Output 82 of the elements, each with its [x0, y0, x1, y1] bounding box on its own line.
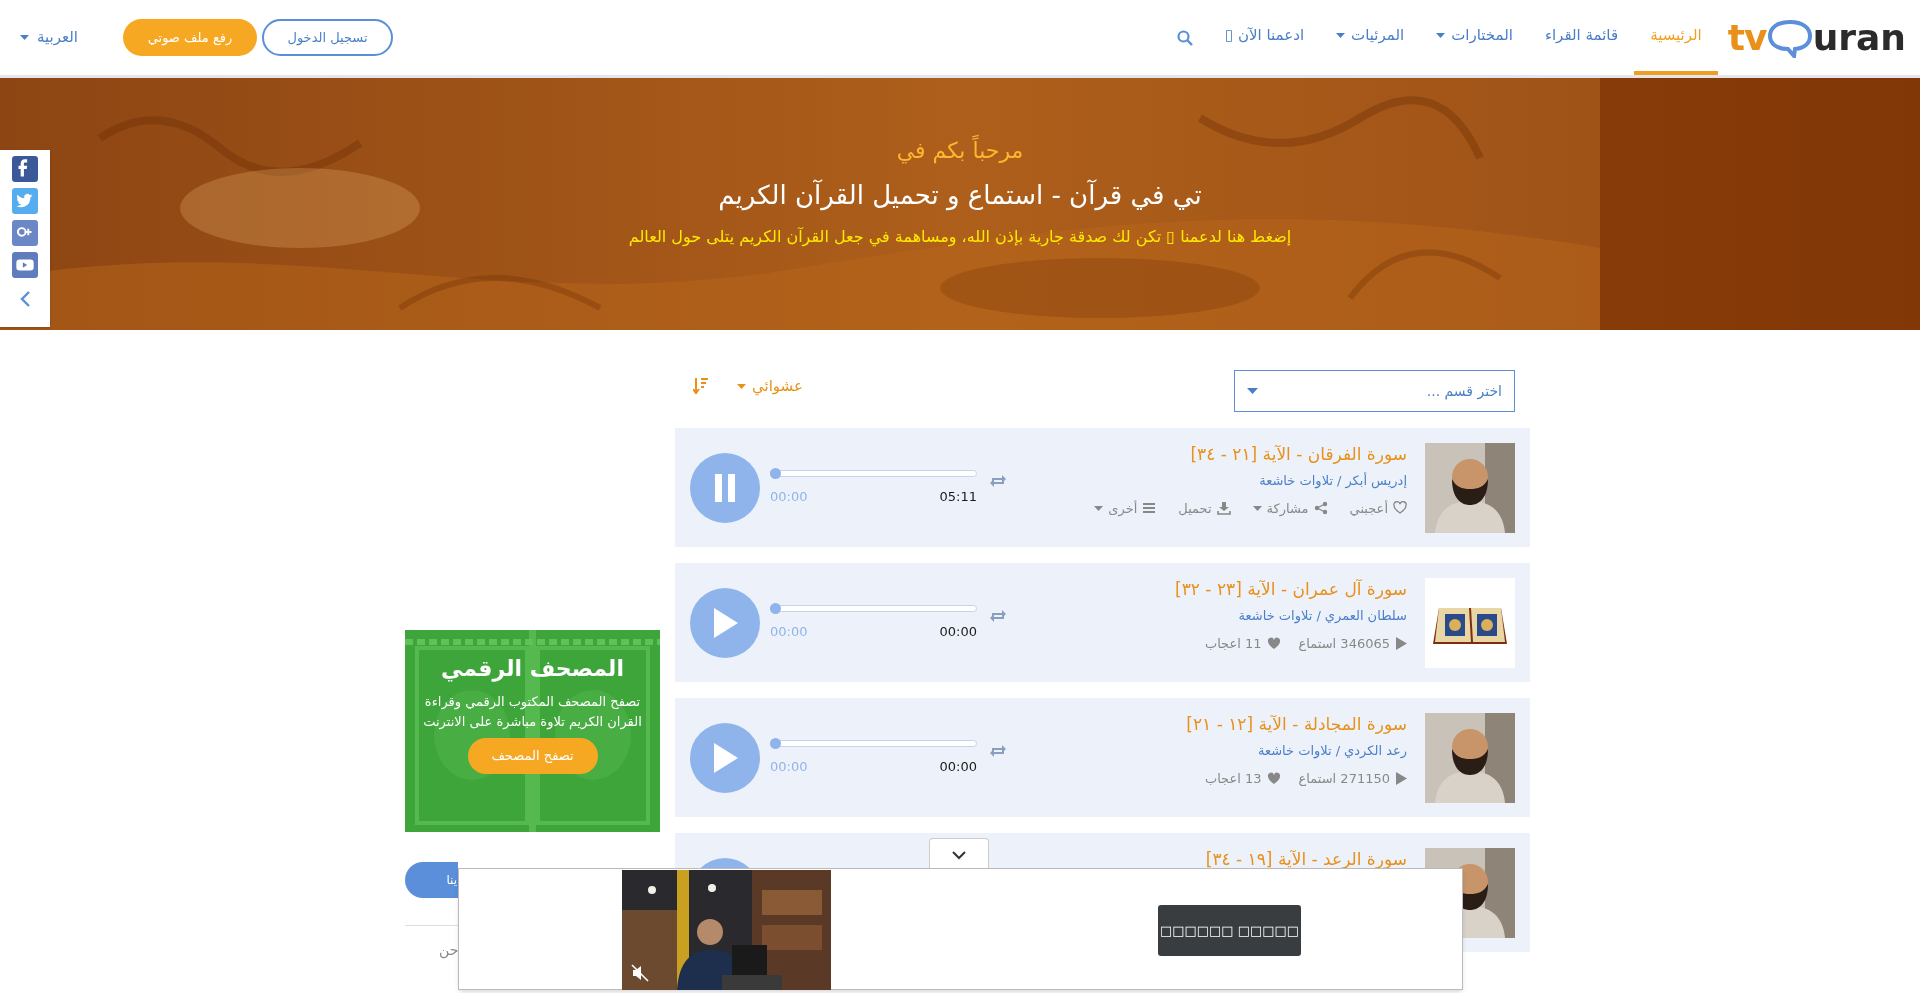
muted-speaker-icon[interactable]	[631, 964, 649, 982]
elapsed-text: 00:00	[770, 623, 808, 642]
nav-link[interactable]: المختارات	[1420, 0, 1529, 75]
progress-fill[interactable]	[770, 468, 781, 480]
duration-text: 00:00	[939, 623, 977, 642]
sort-dropdown[interactable]: عشوائي	[737, 374, 803, 398]
heart-icon	[1393, 501, 1407, 516]
browse-button[interactable]: تصفح المصحف	[467, 738, 598, 774]
category-select[interactable]: اختر قسم ...	[1234, 370, 1515, 412]
category-link[interactable]: تلاوات خاشعة	[1257, 741, 1332, 761]
chevron-left-icon[interactable]	[19, 290, 31, 308]
caret-icon	[1252, 505, 1262, 511]
play-icon	[1395, 771, 1407, 785]
share-icon	[1313, 501, 1328, 516]
progress-fill[interactable]	[770, 738, 781, 750]
caret-icon	[1336, 33, 1346, 38]
collapse-button[interactable]	[929, 838, 989, 870]
play-icon	[712, 607, 738, 638]
category-link[interactable]: تلاوات خاشعة	[1238, 606, 1313, 626]
support-link[interactable]: إضغط هنا لدعمنا ▯ تكن لك صدقة جارية بإذن الله، ومساهمة في جعل القرآن الكريم يتلى حول العالم	[628, 225, 1292, 249]
heart-icon	[1266, 636, 1281, 650]
site-logo[interactable]: tv uran	[1721, 17, 1906, 58]
progress-track[interactable]	[770, 738, 977, 750]
progress-track[interactable]	[770, 603, 977, 615]
likes-count: 11 اعجاب	[1204, 633, 1281, 653]
nav-link[interactable]: قائمة القراء	[1528, 0, 1635, 75]
repeat-icon[interactable]	[989, 743, 1007, 758]
track-title[interactable]: سورة آل عمران - الآية [٢٣ - ٣٢]	[1175, 577, 1407, 601]
action-link[interactable]: مشاركة	[1252, 498, 1328, 518]
reader-link[interactable]: سلطان العمري	[1324, 606, 1407, 626]
youtube-icon[interactable]	[12, 252, 38, 278]
list-icon	[1142, 501, 1157, 516]
caret-icon	[737, 383, 746, 389]
elapsed-text: 00:00	[770, 488, 808, 507]
likes-count: 13 اعجاب	[1204, 768, 1281, 788]
action-link[interactable]: تحميل	[1178, 498, 1231, 518]
upload-button[interactable]: رفع ملف صوتي	[123, 19, 257, 56]
ad-title: المصحف الرقمي	[441, 658, 624, 680]
heart-icon	[1266, 771, 1281, 785]
track-title[interactable]: سورة الفرقان - الآية [٢١ - ٣٤]	[1190, 442, 1407, 466]
repeat-icon[interactable]	[989, 608, 1007, 623]
welcome-text: مرحباً بكم في	[896, 135, 1024, 167]
caret-icon	[1094, 505, 1104, 511]
play-icon	[712, 742, 738, 773]
separator-text: /	[1316, 607, 1321, 625]
plays-count: 271150 استماع	[1298, 768, 1407, 788]
caret-icon	[1436, 33, 1446, 38]
hero-title: تي في قرآن - استماع و تحميل القرآن الكريم	[718, 178, 1202, 213]
google-plus-icon[interactable]	[12, 220, 38, 246]
sort-icon[interactable]	[693, 377, 709, 395]
track-title[interactable]: سورة المجادلة - الآية [١٢ - ٢١]	[1186, 712, 1407, 736]
repeat-icon[interactable]	[989, 473, 1007, 488]
reader-link[interactable]: رعد الكردي	[1344, 741, 1407, 761]
video-ad-button[interactable]: □□□□□□ □□□□□	[1158, 905, 1301, 956]
nav-link[interactable]: ادعمنا الآن ▯	[1208, 0, 1321, 75]
pause-icon	[714, 473, 736, 502]
facebook-icon[interactable]	[12, 156, 38, 182]
duration-text: 05:11	[939, 488, 977, 507]
duration-text: 00:00	[939, 758, 977, 777]
login-button[interactable]: تسجيل الدخول	[262, 19, 393, 56]
elapsed-text: 00:00	[770, 758, 808, 777]
plays-count: 346065 استماع	[1298, 633, 1407, 653]
category-link[interactable]: تلاوات خاشعة	[1259, 471, 1333, 491]
caret-icon	[20, 35, 29, 40]
nav-link[interactable]: المرئيات	[1320, 0, 1421, 75]
language-selector[interactable]: العربية	[20, 26, 123, 49]
side-button[interactable]: ينا	[405, 862, 458, 898]
download-icon	[1216, 501, 1231, 516]
separator-text: /	[1335, 742, 1341, 760]
reader-link[interactable]: إدريس أبكر	[1345, 471, 1407, 491]
search-icon[interactable]	[1176, 29, 1193, 46]
progress-fill[interactable]	[770, 603, 781, 615]
play-icon	[1395, 636, 1407, 650]
separator-text: /	[1337, 472, 1342, 490]
progress-track[interactable]	[770, 468, 977, 480]
action-link[interactable]: أعجبني	[1349, 498, 1407, 518]
ad-text: تصفح المصحف المكتوب الرقمي وقراءة القران الكريم تلاوة مباشرة على الانترنت	[422, 693, 643, 732]
chevron-down-icon	[951, 849, 967, 860]
action-link[interactable]: أخرى	[1094, 498, 1157, 518]
caret-icon	[1247, 388, 1258, 394]
twitter-icon[interactable]	[12, 188, 38, 214]
side-text: حن	[439, 941, 459, 961]
